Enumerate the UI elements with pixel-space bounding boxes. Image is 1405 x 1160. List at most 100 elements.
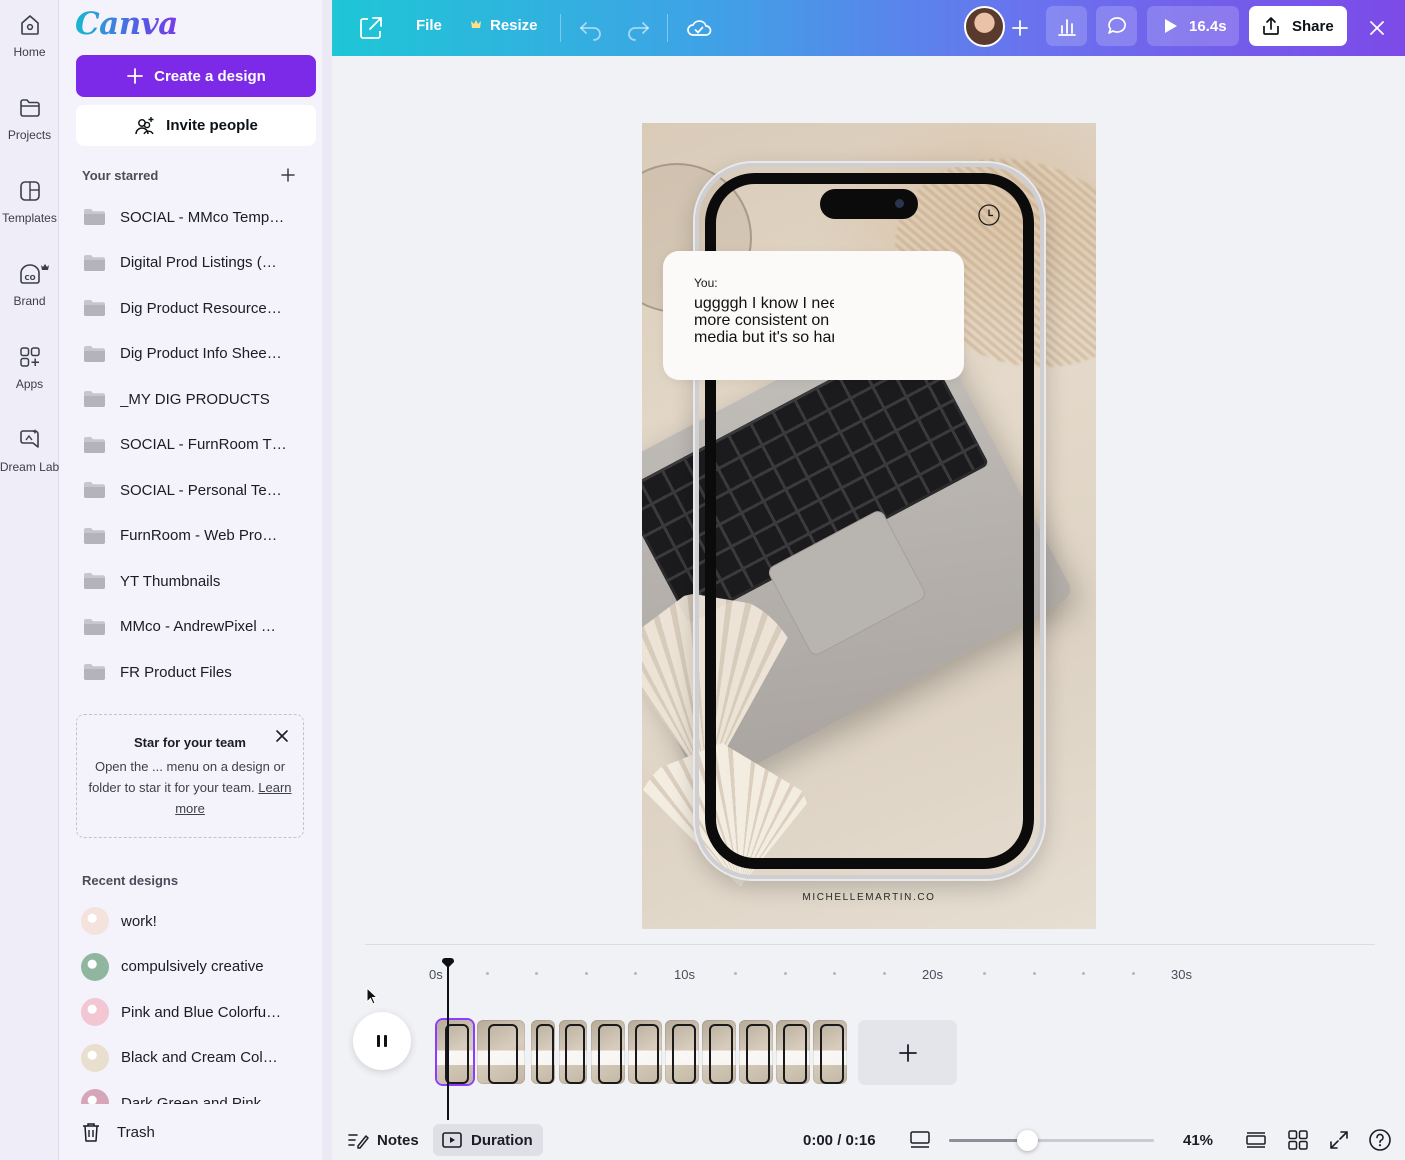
create-design-button[interactable]: Create a design (76, 55, 316, 97)
zoom-slider-handle[interactable] (1016, 1130, 1038, 1151)
timeline-tick (1082, 972, 1086, 975)
timeline-tick-label: 30s (1171, 967, 1192, 982)
cloud-saved-icon[interactable] (684, 13, 714, 43)
play-duration: 16.4s (1189, 17, 1227, 35)
scroll-view-icon[interactable] (1244, 1128, 1268, 1152)
grid-view-icon[interactable] (1286, 1128, 1310, 1152)
message-bubble[interactable]: You: uggggh I know I need to be more con… (663, 251, 964, 380)
starred-folder-item[interactable]: _MY DIG PRODUCTS (83, 379, 313, 419)
star-for-team-tip: Star for your team Open the ... menu on … (76, 714, 304, 838)
clock-icon[interactable] (977, 203, 1001, 227)
timeline-clip[interactable] (776, 1020, 810, 1084)
timeline-tick (1132, 972, 1136, 975)
duration-button[interactable]: Duration (433, 1124, 543, 1156)
starred-folder-item[interactable]: MMco - AndrewPixel … (83, 607, 313, 647)
design-canvas[interactable]: You: uggggh I know I need to be more con… (642, 123, 1096, 929)
timeline-tick (485, 972, 489, 975)
close-icon[interactable] (275, 729, 289, 743)
play-icon (1165, 19, 1177, 33)
starred-folder-item[interactable]: Digital Prod Listings (… (83, 243, 313, 283)
design-thumbnail (81, 998, 109, 1026)
timeline-clip[interactable] (813, 1020, 847, 1084)
rail-item-home[interactable]: Home (0, 0, 59, 70)
timeline-clip[interactable] (591, 1020, 625, 1084)
timeline-playhead[interactable] (447, 964, 449, 1120)
timeline-clip[interactable] (665, 1020, 699, 1084)
fullscreen-icon[interactable] (1327, 1128, 1351, 1152)
playhead-handle[interactable] (442, 958, 454, 968)
starred-section-title: Your starred (82, 168, 159, 183)
starred-folder-name: Dig Product Resource… (120, 299, 282, 317)
recent-design-item[interactable]: Black and Cream Col… (81, 1038, 311, 1078)
rail-item-projects[interactable]: Projects (0, 83, 59, 153)
starred-folder-item[interactable]: FurnRoom - Web Pro… (83, 516, 313, 556)
help-icon[interactable] (1368, 1128, 1392, 1152)
starred-folder-name: SOCIAL - FurnRoom T… (120, 436, 287, 453)
close-editor-icon[interactable] (1362, 13, 1392, 43)
invite-people-button[interactable]: Invite people (76, 105, 316, 146)
pause-button[interactable] (353, 1012, 411, 1070)
side-panel: Canva Create a design Invite people Your… (59, 0, 332, 1160)
canva-logo[interactable]: Canva (75, 6, 178, 42)
recent-design-name: compulsively creative (121, 958, 264, 975)
starred-folder-item[interactable]: SOCIAL - MMco Temp… (83, 197, 313, 237)
starred-folder-name: SOCIAL - MMco Temp… (120, 208, 285, 226)
folder-icon (83, 345, 106, 363)
recent-design-item[interactable]: compulsively creative (81, 947, 311, 987)
rail-label: Projects (7, 128, 52, 142)
invite-people-label: Invite people (166, 117, 258, 134)
timeline-tick (535, 972, 539, 975)
timeline-clip[interactable] (702, 1020, 736, 1084)
trash-icon (83, 1123, 99, 1142)
add-collaborator-icon[interactable] (1005, 13, 1035, 43)
rail-label: Dream Lab (0, 460, 60, 474)
notes-label: Notes (377, 1131, 419, 1149)
share-button[interactable]: Share (1249, 6, 1347, 46)
file-menu[interactable]: File (416, 17, 442, 34)
camera-dot (895, 199, 904, 208)
timeline-clip[interactable] (437, 1020, 473, 1084)
avatar[interactable] (964, 6, 1005, 47)
rail-item-brand[interactable]: CO Brand (0, 249, 59, 319)
brand-watermark[interactable]: MICHELLEMARTIN.CO (642, 892, 1096, 903)
rail-item-dream-lab[interactable]: Dream Lab (0, 415, 59, 485)
starred-folder-item[interactable]: Dig Product Info Shee… (83, 334, 313, 374)
comments-button[interactable] (1096, 6, 1137, 46)
add-page-button[interactable] (858, 1020, 957, 1085)
undo-icon[interactable] (576, 13, 606, 43)
folder-icon (83, 208, 106, 226)
tip-body-text: Open the ... menu on a design or folder … (88, 759, 286, 795)
panel-divider[interactable] (322, 0, 332, 1160)
starred-folder-item[interactable]: Dig Product Resource… (83, 288, 313, 328)
open-external-icon[interactable] (356, 13, 386, 43)
present-play-button[interactable]: 16.4s (1147, 6, 1239, 46)
redo-icon[interactable] (623, 13, 653, 43)
timeline-clip[interactable] (531, 1020, 555, 1084)
starred-folder-item[interactable]: SOCIAL - FurnRoom T… (83, 425, 313, 465)
starred-folder-item[interactable]: FR Product Files (83, 652, 313, 692)
folder-icon (83, 481, 106, 499)
resize-button[interactable]: Resize (490, 17, 538, 34)
add-person-icon (135, 116, 154, 134)
recent-design-item[interactable]: work! (81, 901, 311, 941)
rail-item-templates[interactable]: Templates (0, 166, 59, 236)
folder-icon (83, 572, 106, 590)
timeline-clip[interactable] (477, 1020, 525, 1084)
notes-button[interactable]: Notes (347, 1124, 419, 1156)
timeline-clip[interactable] (559, 1020, 587, 1084)
zoom-level[interactable]: 41% (1183, 1132, 1213, 1149)
rail-item-apps[interactable]: Apps (0, 332, 59, 402)
starred-folder-item[interactable]: YT Thumbnails (83, 561, 313, 601)
starred-folder-name: Digital Prod Listings (… (120, 254, 277, 271)
timeline-clip[interactable] (739, 1020, 773, 1084)
trash-item[interactable]: Trash (59, 1104, 332, 1160)
page-view-icon[interactable] (908, 1128, 932, 1152)
mouse-cursor-icon (366, 987, 378, 1005)
insights-button[interactable] (1046, 6, 1087, 46)
timeline-clip[interactable] (628, 1020, 662, 1084)
recent-design-name: Pink and Blue Colorfu… (121, 1003, 282, 1021)
add-starred-icon[interactable] (279, 166, 297, 184)
recent-design-item[interactable]: Pink and Blue Colorfu… (81, 992, 311, 1032)
message-text[interactable]: uggggh I know I need to be more consiste… (694, 295, 834, 351)
starred-folder-item[interactable]: SOCIAL - Personal Te… (83, 470, 313, 510)
